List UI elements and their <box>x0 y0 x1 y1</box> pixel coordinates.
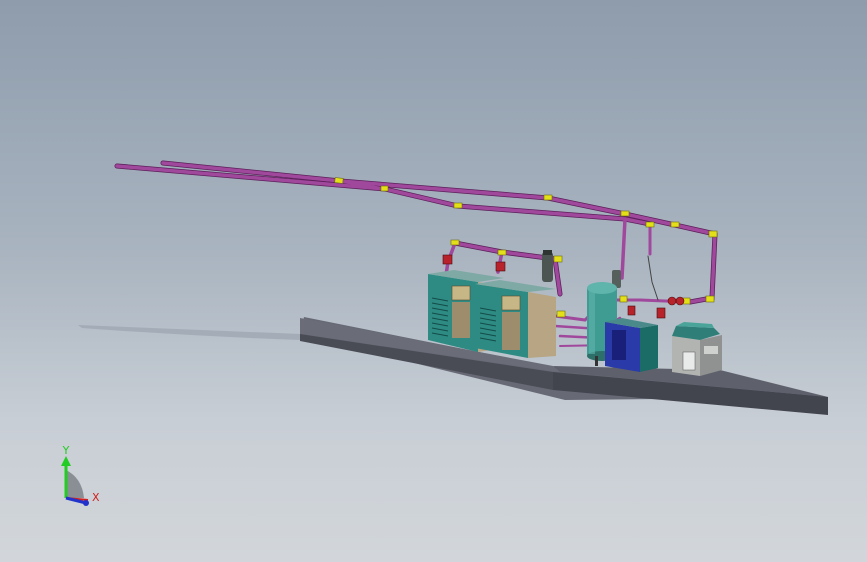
coordinate-triad: Y X <box>61 444 100 506</box>
riser-mid <box>620 217 627 280</box>
base-platform[interactable] <box>300 317 828 415</box>
air-compressor-2[interactable] <box>475 280 556 358</box>
inline-filter[interactable] <box>542 250 621 288</box>
outlet-pipe-upper <box>160 160 718 237</box>
drain-line <box>647 255 659 301</box>
air-dryer[interactable] <box>605 318 658 372</box>
x-axis-label: X <box>92 491 100 504</box>
pipe-network[interactable] <box>114 160 718 347</box>
cad-viewport[interactable]: Y X <box>0 0 867 562</box>
assembly-model[interactable]: Y X <box>0 0 867 562</box>
dryer-cabinet[interactable] <box>672 322 722 376</box>
floor-shadow <box>78 325 300 340</box>
y-axis-label: Y <box>62 444 70 457</box>
triad-plane-shading <box>66 470 84 498</box>
